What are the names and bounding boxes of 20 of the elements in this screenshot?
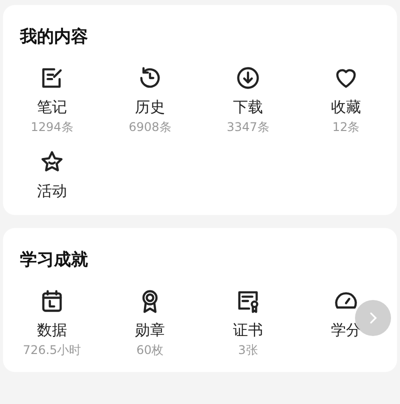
item-count: 3张 — [238, 342, 258, 358]
item-label[interactable]: 笔记 — [37, 97, 67, 117]
item-count: 6908条 — [128, 119, 172, 135]
item-label[interactable]: 下载 — [233, 97, 263, 117]
calendar-icon — [39, 288, 65, 314]
download-icon — [235, 65, 261, 91]
item-count: 3347条 — [226, 119, 270, 135]
section-title: 我的内容 — [20, 26, 89, 48]
item-label[interactable]: 勋章 — [135, 320, 165, 340]
item-count: 726.5小时 — [22, 342, 82, 358]
item-label[interactable]: 历史 — [135, 97, 165, 117]
item-label[interactable]: 活动 — [37, 181, 67, 201]
item-label[interactable]: 数据 — [37, 320, 67, 340]
section-title: 学习成就 — [20, 249, 89, 271]
item-label[interactable]: 收藏 — [331, 97, 361, 117]
item-label[interactable]: 证书 — [233, 320, 263, 340]
item-label[interactable]: 学分 — [331, 320, 361, 340]
item-count: 12条 — [332, 119, 360, 135]
item-count: 1294条 — [30, 119, 74, 135]
item-count: 60枚 — [136, 342, 164, 358]
